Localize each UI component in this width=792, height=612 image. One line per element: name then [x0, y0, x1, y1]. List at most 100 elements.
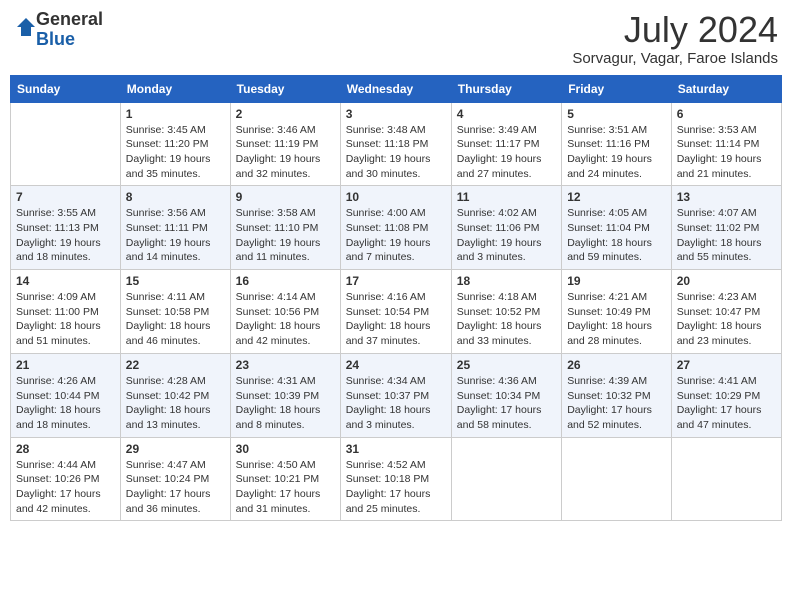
calendar-cell: 25Sunrise: 4:36 AM Sunset: 10:34 PM Dayl…	[451, 353, 561, 437]
calendar-cell: 7 Sunrise: 3:55 AM Sunset: 11:13 PM Dayli…	[11, 186, 121, 270]
calendar-cell: 15 Sunrise: 4:11 AM Sunset: 10:58 PM Dayl…	[120, 270, 230, 354]
calendar-cell: 19 Sunrise: 4:21 AM Sunset: 10:49 PM Dayl…	[562, 270, 672, 354]
calendar-cell: 5 Sunrise: 3:51 AM Sunset: 11:16 PM Dayli…	[562, 102, 672, 186]
calendar-cell: 30Sunrise: 4:50 AM Sunset: 10:21 PM Dayl…	[230, 437, 340, 521]
day-detail: Sunrise: 3:58 AM Sunset: 11:10 PM Daylig…	[236, 206, 335, 265]
day-detail: Sunrise: 4:07 AM Sunset: 11:02 PM Daylig…	[677, 206, 776, 265]
day-number: 20	[677, 274, 776, 288]
day-number: 8	[126, 190, 225, 204]
day-number: 14	[16, 274, 115, 288]
calendar-cell: 20 Sunrise: 4:23 AM Sunset: 10:47 PM Dayl…	[671, 270, 781, 354]
day-number: 25	[457, 358, 556, 372]
day-detail: Sunrise: 3:46 AM Sunset: 11:19 PM Daylig…	[236, 123, 335, 182]
calendar-day-header: Monday	[120, 75, 230, 102]
day-detail: Sunrise: 4:31 AM Sunset: 10:39 PM Daylig…	[236, 374, 335, 433]
day-detail: Sunrise: 3:45 AM Sunset: 11:20 PM Daylig…	[126, 123, 225, 182]
calendar-cell	[671, 437, 781, 521]
calendar-cell: 18 Sunrise: 4:18 AM Sunset: 10:52 PM Dayl…	[451, 270, 561, 354]
day-detail: Sunrise: 4:47 AM Sunset: 10:24 PM Daylig…	[126, 458, 225, 517]
day-number: 18	[457, 274, 556, 288]
title-block: July 2024 Sorvagur, Vagar, Faroe Islands	[572, 10, 778, 67]
logo-icon	[16, 17, 36, 37]
calendar-cell: 31 Sunrise: 4:52 AM Sunset: 10:18 PM Dayl…	[340, 437, 451, 521]
calendar-cell	[562, 437, 672, 521]
day-detail: Sunrise: 4:28 AM Sunset: 10:42 PM Daylig…	[126, 374, 225, 433]
location-text: Sorvagur, Vagar, Faroe Islands	[572, 50, 778, 67]
day-detail: Sunrise: 4:05 AM Sunset: 11:04 PM Daylig…	[567, 206, 666, 265]
calendar-cell: 9Sunrise: 3:58 AM Sunset: 11:10 PM Dayli…	[230, 186, 340, 270]
calendar-cell: 17 Sunrise: 4:16 AM Sunset: 10:54 PM Dayl…	[340, 270, 451, 354]
day-detail: Sunrise: 4:11 AM Sunset: 10:58 PM Daylig…	[126, 290, 225, 349]
day-detail: Sunrise: 4:18 AM Sunset: 10:52 PM Daylig…	[457, 290, 556, 349]
calendar-cell: 22 Sunrise: 4:28 AM Sunset: 10:42 PM Dayl…	[120, 353, 230, 437]
calendar-cell: 16 Sunrise: 4:14 AM Sunset: 10:56 PM Dayl…	[230, 270, 340, 354]
day-number: 15	[126, 274, 225, 288]
logo-blue-text: Blue	[36, 30, 103, 50]
day-number: 16	[236, 274, 335, 288]
calendar-cell: 6Sunrise: 3:53 AM Sunset: 11:14 PM Dayli…	[671, 102, 781, 186]
day-detail: Sunrise: 3:55 AM Sunset: 11:13 PM Daylig…	[16, 206, 115, 265]
day-number: 27	[677, 358, 776, 372]
calendar-cell: 27 Sunrise: 4:41 AM Sunset: 10:29 PM Dayl…	[671, 353, 781, 437]
day-detail: Sunrise: 4:09 AM Sunset: 11:00 PM Daylig…	[16, 290, 115, 349]
calendar-cell: 3Sunrise: 3:48 AM Sunset: 11:18 PM Dayli…	[340, 102, 451, 186]
calendar-week-row: 1 Sunrise: 3:45 AM Sunset: 11:20 PM Dayli…	[11, 102, 782, 186]
month-year-title: July 2024	[572, 10, 778, 50]
calendar-day-header: Thursday	[451, 75, 561, 102]
day-number: 31	[346, 442, 446, 456]
day-number: 1	[126, 107, 225, 121]
day-detail: Sunrise: 4:34 AM Sunset: 10:37 PM Daylig…	[346, 374, 446, 433]
day-number: 22	[126, 358, 225, 372]
day-detail: Sunrise: 4:44 AM Sunset: 10:26 PM Daylig…	[16, 458, 115, 517]
day-number: 17	[346, 274, 446, 288]
calendar-cell: 21Sunrise: 4:26 AM Sunset: 10:44 PM Dayl…	[11, 353, 121, 437]
day-detail: Sunrise: 3:56 AM Sunset: 11:11 PM Daylig…	[126, 206, 225, 265]
calendar-cell: 2 Sunrise: 3:46 AM Sunset: 11:19 PM Dayli…	[230, 102, 340, 186]
day-number: 5	[567, 107, 666, 121]
calendar-day-header: Friday	[562, 75, 672, 102]
day-number: 7	[16, 190, 115, 204]
day-detail: Sunrise: 4:16 AM Sunset: 10:54 PM Daylig…	[346, 290, 446, 349]
day-number: 10	[346, 190, 446, 204]
calendar-day-header: Wednesday	[340, 75, 451, 102]
calendar-cell: 13Sunrise: 4:07 AM Sunset: 11:02 PM Dayl…	[671, 186, 781, 270]
calendar-cell: 29Sunrise: 4:47 AM Sunset: 10:24 PM Dayl…	[120, 437, 230, 521]
day-number: 11	[457, 190, 556, 204]
calendar-table: SundayMondayTuesdayWednesdayThursdayFrid…	[10, 75, 782, 522]
day-number: 12	[567, 190, 666, 204]
calendar-week-row: 28 Sunrise: 4:44 AM Sunset: 10:26 PM Dayl…	[11, 437, 782, 521]
day-number: 2	[236, 107, 335, 121]
day-detail: Sunrise: 4:26 AM Sunset: 10:44 PM Daylig…	[16, 374, 115, 433]
calendar-cell: 10Sunrise: 4:00 AM Sunset: 11:08 PM Dayl…	[340, 186, 451, 270]
day-detail: Sunrise: 3:51 AM Sunset: 11:16 PM Daylig…	[567, 123, 666, 182]
calendar-week-row: 7 Sunrise: 3:55 AM Sunset: 11:13 PM Dayli…	[11, 186, 782, 270]
day-number: 24	[346, 358, 446, 372]
day-detail: Sunrise: 4:21 AM Sunset: 10:49 PM Daylig…	[567, 290, 666, 349]
calendar-cell: 23 Sunrise: 4:31 AM Sunset: 10:39 PM Dayl…	[230, 353, 340, 437]
day-detail: Sunrise: 4:50 AM Sunset: 10:21 PM Daylig…	[236, 458, 335, 517]
calendar-header-row: SundayMondayTuesdayWednesdayThursdayFrid…	[11, 75, 782, 102]
calendar-cell	[11, 102, 121, 186]
day-number: 19	[567, 274, 666, 288]
day-number: 6	[677, 107, 776, 121]
calendar-cell: 14 Sunrise: 4:09 AM Sunset: 11:00 PM Dayl…	[11, 270, 121, 354]
calendar-cell: 11 Sunrise: 4:02 AM Sunset: 11:06 PM Dayl…	[451, 186, 561, 270]
day-number: 23	[236, 358, 335, 372]
calendar-day-header: Tuesday	[230, 75, 340, 102]
calendar-cell: 28 Sunrise: 4:44 AM Sunset: 10:26 PM Dayl…	[11, 437, 121, 521]
day-detail: Sunrise: 4:52 AM Sunset: 10:18 PM Daylig…	[346, 458, 446, 517]
calendar-week-row: 14 Sunrise: 4:09 AM Sunset: 11:00 PM Dayl…	[11, 270, 782, 354]
day-detail: Sunrise: 4:23 AM Sunset: 10:47 PM Daylig…	[677, 290, 776, 349]
calendar-week-row: 21Sunrise: 4:26 AM Sunset: 10:44 PM Dayl…	[11, 353, 782, 437]
day-detail: Sunrise: 4:41 AM Sunset: 10:29 PM Daylig…	[677, 374, 776, 433]
day-number: 26	[567, 358, 666, 372]
calendar-day-header: Saturday	[671, 75, 781, 102]
calendar-cell: 1 Sunrise: 3:45 AM Sunset: 11:20 PM Dayli…	[120, 102, 230, 186]
day-detail: Sunrise: 4:14 AM Sunset: 10:56 PM Daylig…	[236, 290, 335, 349]
day-detail: Sunrise: 4:39 AM Sunset: 10:32 PM Daylig…	[567, 374, 666, 433]
calendar-cell: 12 Sunrise: 4:05 AM Sunset: 11:04 PM Dayl…	[562, 186, 672, 270]
day-detail: Sunrise: 3:49 AM Sunset: 11:17 PM Daylig…	[457, 123, 556, 182]
day-detail: Sunrise: 4:02 AM Sunset: 11:06 PM Daylig…	[457, 206, 556, 265]
day-number: 28	[16, 442, 115, 456]
logo-general-text: General	[36, 10, 103, 30]
